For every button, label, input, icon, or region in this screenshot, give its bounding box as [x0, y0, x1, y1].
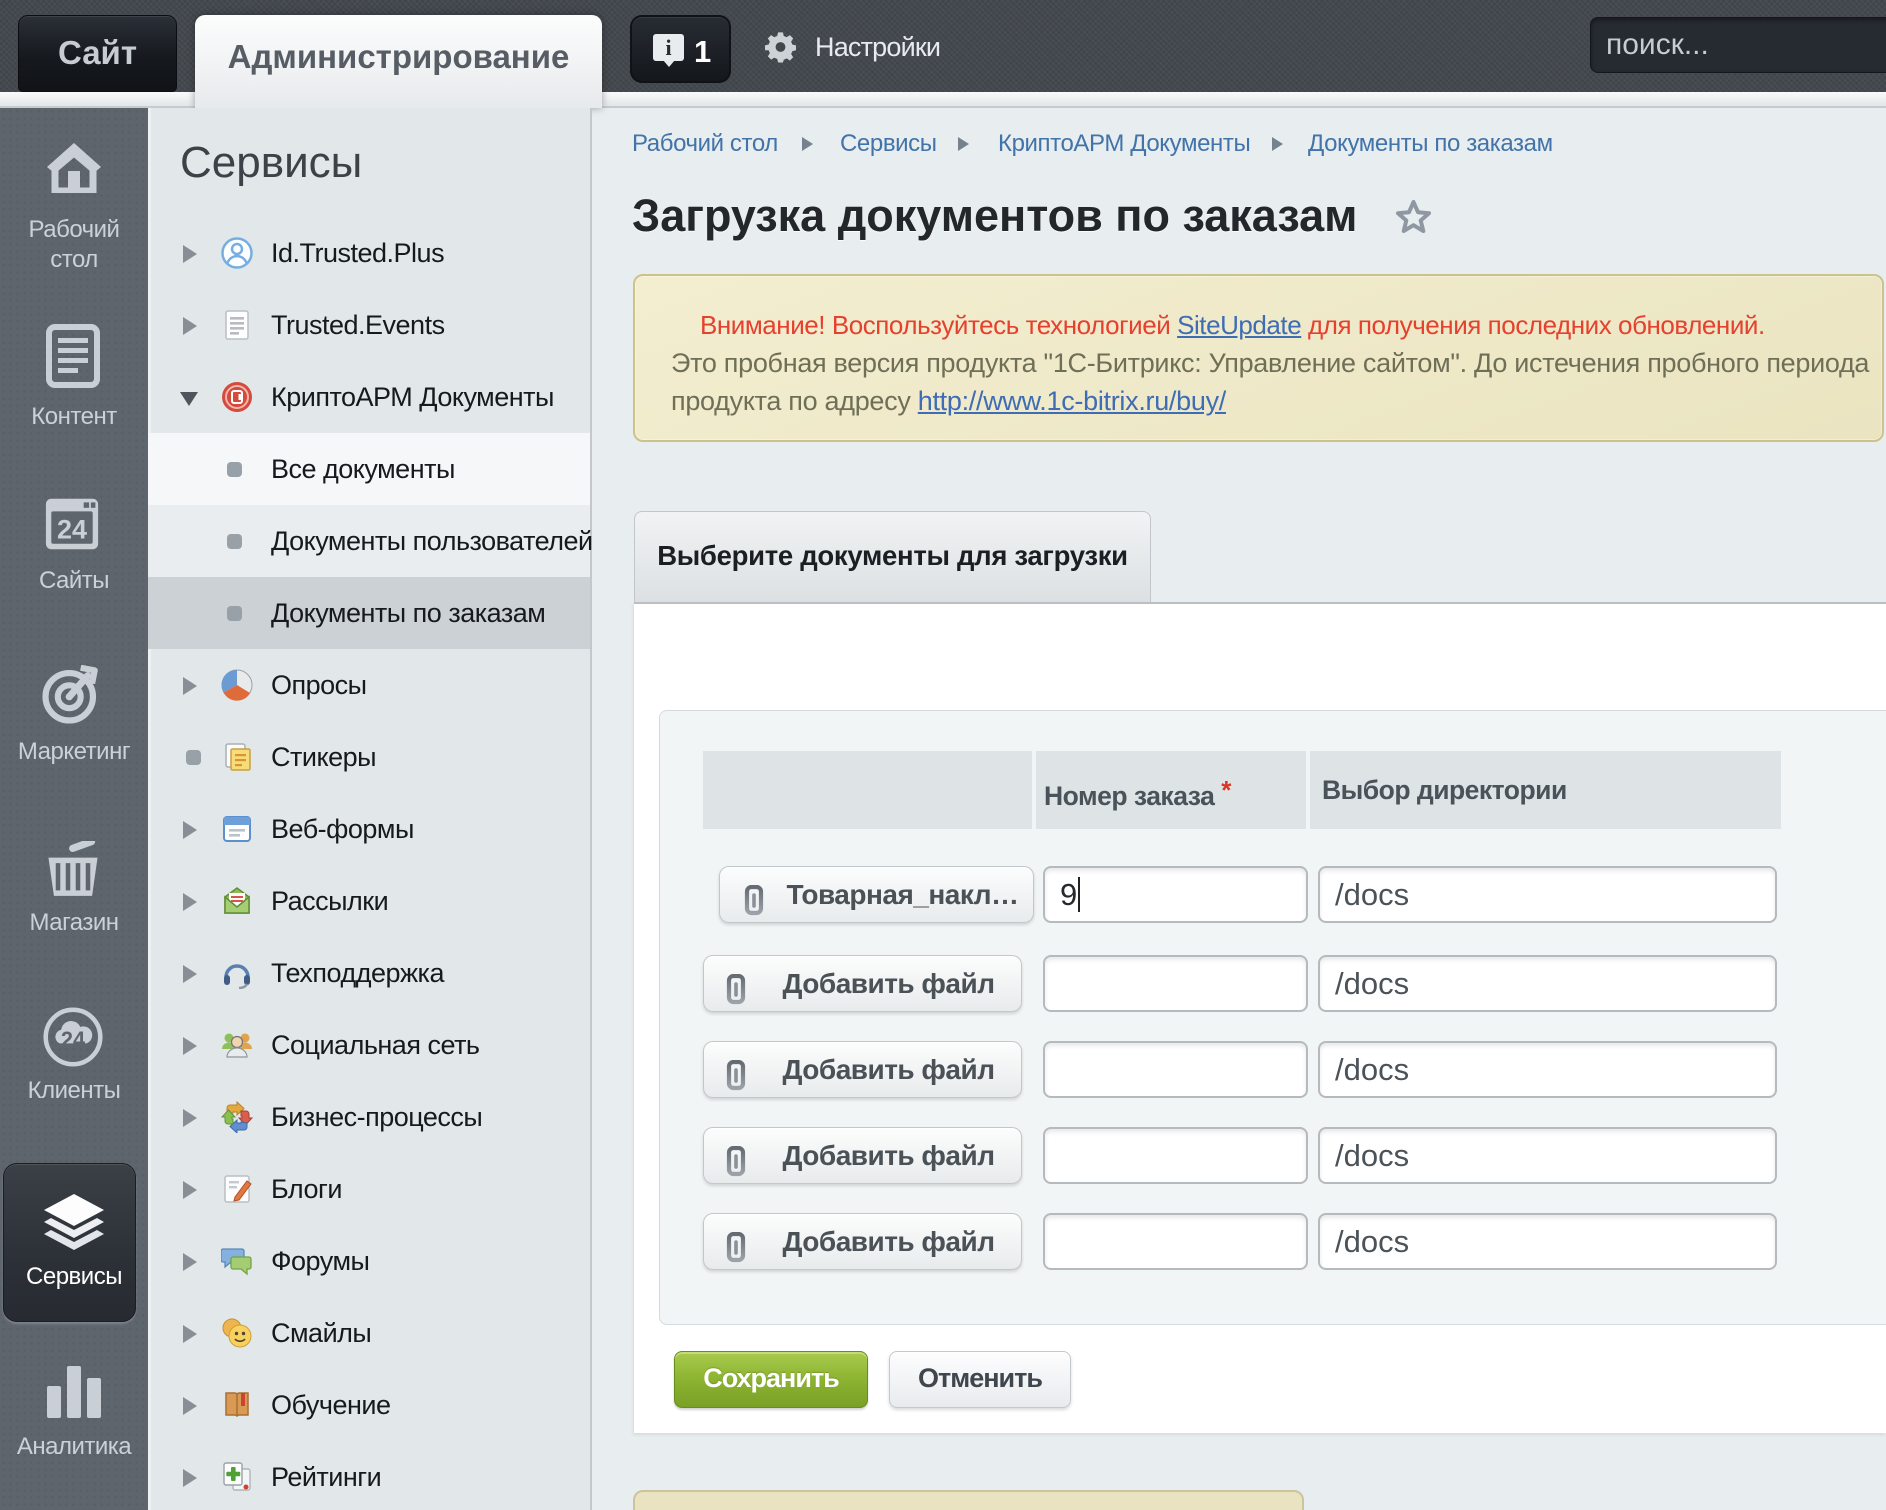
svg-text:24: 24 — [61, 1027, 85, 1052]
svg-text:24: 24 — [57, 514, 87, 544]
